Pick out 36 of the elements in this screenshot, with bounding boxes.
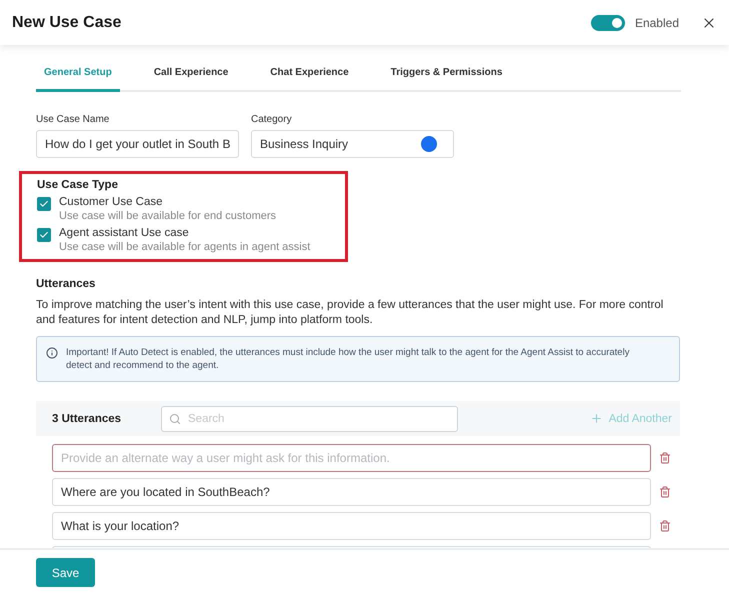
utterance-count: 3 Utterances — [52, 412, 122, 424]
section-title: Utterances — [36, 278, 96, 290]
trash-icon — [659, 520, 671, 532]
toggle-label: Enabled — [634, 16, 679, 30]
delete-icon[interactable] — [659, 452, 671, 464]
tab[interactable]: Triggers & Permissions — [382, 58, 510, 92]
save-button[interactable]: Save — [36, 558, 95, 587]
name-field[interactable]: How do I get your outlet in South B — [36, 130, 239, 158]
utterance-field[interactable]: Where are you located in SouthBeach? — [52, 478, 651, 506]
tab[interactable]: Call Experience — [146, 58, 236, 92]
checkbox[interactable] — [37, 228, 51, 242]
trash-icon — [659, 486, 671, 498]
search-field[interactable]: Search — [161, 406, 458, 432]
section-title: Use Case Type — [37, 179, 119, 191]
section-description: To improve matching the user’s intent with this use case, provide a few utterances that the user might use. For more control and features for intent detection and NLP, jump into platform tools. — [36, 298, 664, 328]
field-label: Use Case Name — [36, 114, 110, 125]
option-description: Use case will be available for agents in agent assist — [59, 241, 310, 253]
enabled-toggle[interactable] — [590, 14, 625, 30]
checkbox[interactable] — [37, 197, 51, 211]
option-label: Customer Use Case — [59, 196, 164, 208]
window-title: New Use Case — [12, 14, 122, 32]
option-label: Agent assistant Use case — [59, 227, 190, 239]
check-icon — [39, 230, 49, 240]
info-icon — [46, 347, 58, 359]
trash-icon — [659, 452, 671, 464]
option-description: Use case will be available for end customers — [59, 210, 276, 222]
category-select[interactable]: Business Inquiry — [251, 130, 454, 158]
check-icon — [39, 199, 49, 209]
field-label: Category — [251, 114, 293, 125]
delete-icon[interactable] — [659, 486, 671, 498]
notice-text: Important! If Auto Detect is enabled, the utterances must include how the user might talk to the agent for the Agent Assist to accurately detect and recommend to the agent. — [66, 346, 630, 372]
utterance-field[interactable]: What is your location? — [52, 512, 651, 540]
plus-icon — [590, 412, 603, 425]
delete-icon[interactable] — [659, 520, 671, 532]
tab[interactable]: Chat Experience — [262, 58, 357, 92]
utterance-field[interactable]: Provide an alternate way a user might ask for this information. — [52, 444, 651, 472]
